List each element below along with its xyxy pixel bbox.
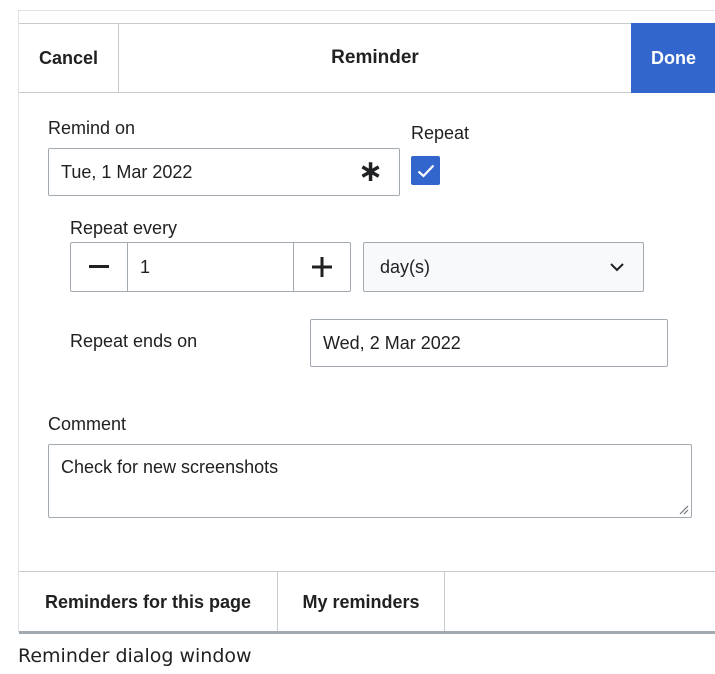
checkmark-icon <box>417 164 434 178</box>
repeat-label: Repeat <box>411 123 470 143</box>
remind-on-value: Tue, 1 Mar 2022 <box>61 161 193 182</box>
repeat-ends-label: Repeat ends on <box>70 331 198 351</box>
repeat-checkbox[interactable] <box>411 156 440 185</box>
remind-on-date-field[interactable]: Tue, 1 Mar 2022 ∗ <box>48 148 400 196</box>
repeat-unit-select[interactable]: day(s) <box>363 242 644 292</box>
image-caption: Reminder dialog window <box>18 645 252 667</box>
tab-my-reminders[interactable]: My reminders <box>278 572 445 632</box>
comment-label: Comment <box>48 414 127 434</box>
dialog-title: Reminder <box>331 47 419 68</box>
reminder-dialog: Cancel Reminder Done Remind on Tue, 1 Ma… <box>18 10 715 634</box>
minus-icon <box>89 265 109 268</box>
comment-value: Check for new screenshots <box>61 457 279 477</box>
repeat-ends-value: Wed, 2 Mar 2022 <box>323 332 461 353</box>
plus-icon <box>312 257 332 277</box>
decrement-button[interactable] <box>71 243 128 291</box>
resize-grip-icon[interactable] <box>677 503 689 515</box>
remind-on-label: Remind on <box>48 118 136 138</box>
repeat-ends-date-field[interactable]: Wed, 2 Mar 2022 <box>310 319 668 367</box>
repeat-every-label: Repeat every <box>70 218 178 238</box>
required-icon: ∗ <box>357 155 383 188</box>
comment-textarea[interactable]: Check for new screenshots <box>48 444 692 518</box>
done-button[interactable]: Done <box>631 23 715 93</box>
repeat-interval-stepper: 1 <box>70 242 351 292</box>
repeat-interval-input[interactable]: 1 <box>128 243 293 291</box>
tab-reminders-for-this-page[interactable]: Reminders for this page <box>19 572 278 632</box>
footer-divider <box>19 631 715 634</box>
repeat-unit-value: day(s) <box>380 256 431 277</box>
dialog-footer: Reminders for this page My reminders <box>19 571 715 633</box>
chevron-down-icon <box>610 263 624 272</box>
increment-button[interactable] <box>293 243 350 291</box>
cancel-button[interactable]: Cancel <box>19 24 119 92</box>
dialog-header: Cancel Reminder Done <box>19 23 715 93</box>
